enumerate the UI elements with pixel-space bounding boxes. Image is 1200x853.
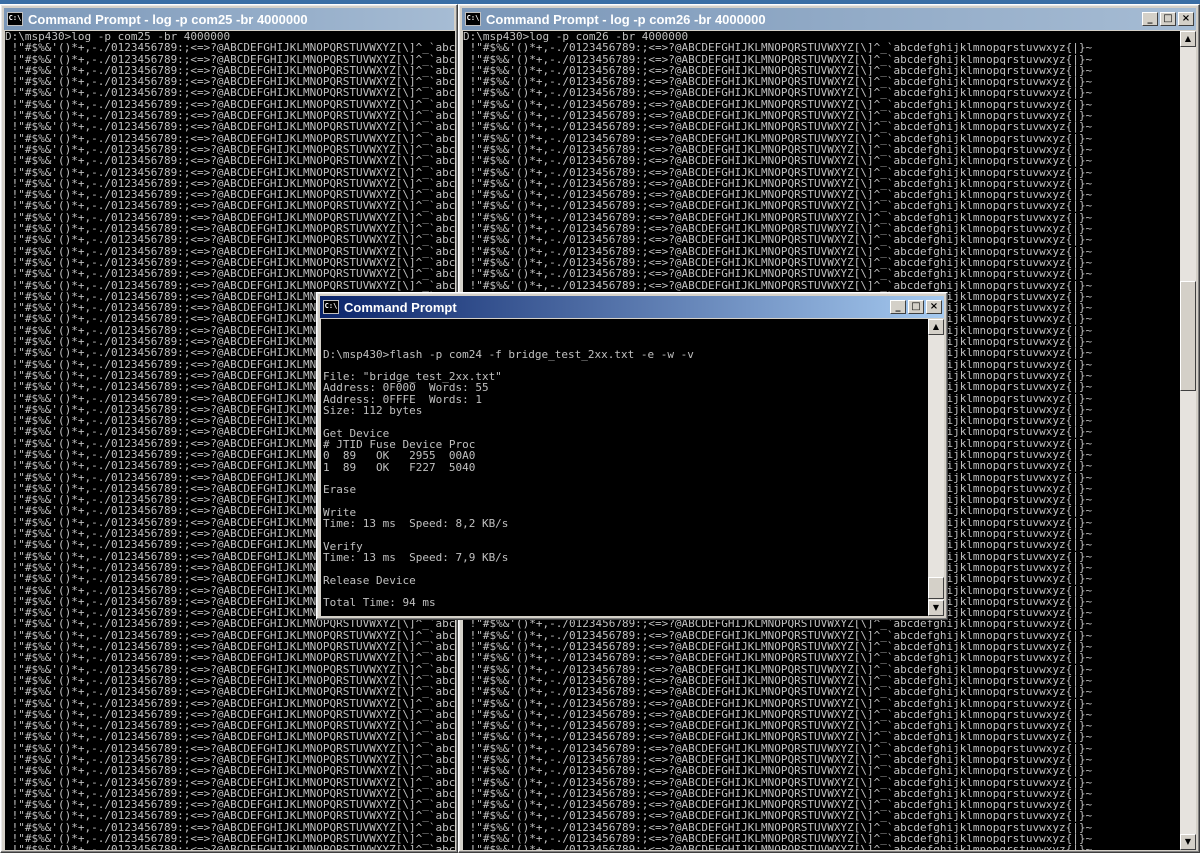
console-output-line: !"#$%&'()*+,-./0123456789:;<=>?@ABCDEFGH… xyxy=(11,267,455,281)
console-app-icon: C:\ xyxy=(7,12,23,26)
console-output-line: 1 89 OK F227 5040 xyxy=(323,460,476,474)
console-output-line: Erase xyxy=(323,483,357,497)
flash-console-window[interactable]: C:\ Command Prompt _ □ × D:\msp430>flash… xyxy=(316,292,948,620)
right-title-bar[interactable]: C:\ Command Prompt - log -p com26 -br 40… xyxy=(462,8,1196,30)
console-output-line: !"#$%&'()*+,-./0123456789:;<=>?@ABCDEFGH… xyxy=(463,730,1093,744)
scroll-down-arrow-icon[interactable]: ▼ xyxy=(928,600,944,616)
minimize-button[interactable]: _ xyxy=(1142,12,1158,26)
console-output-line: Time: 13 ms Speed: 7,9 KB/s xyxy=(323,550,509,564)
console-output-line: 0 89 OK 2955 00A0 xyxy=(323,449,476,463)
console-output-line: !"#$%&'()*+,-./0123456789:;<=>?@ABCDEFGH… xyxy=(11,730,455,744)
console-output-line: Time: 13 ms Speed: 8,2 KB/s xyxy=(323,517,509,531)
console-output-line: !"#$%&'()*+,-./0123456789:;<=>?@ABCDEFGH… xyxy=(11,41,455,55)
console-output-line: !"#$%&'()*+,-./0123456789:;<=>?@ABCDEFGH… xyxy=(463,764,1093,778)
scroll-up-arrow-icon[interactable]: ▲ xyxy=(928,319,944,335)
maximize-button[interactable]: □ xyxy=(908,300,924,314)
console-output-line: !"#$%&'()*+,-./0123456789:;<=>?@ABCDEFGH… xyxy=(463,120,1093,134)
console-output-line: !"#$%&'()*+,-./0123456789:;<=>?@ABCDEFGH… xyxy=(11,685,455,699)
console-output-line: D:\msp430>flash -p com24 -f bridge_test_… xyxy=(323,347,694,361)
console-output-line: !"#$%&'()*+,-./0123456789:;<=>?@ABCDEFGH… xyxy=(463,233,1093,247)
console-output-line: !"#$%&'()*+,-./0123456789:;<=>?@ABCDEFGH… xyxy=(11,651,455,665)
right-vertical-scrollbar[interactable]: ▲ ▼ xyxy=(1180,31,1196,850)
scroll-thumb[interactable] xyxy=(1180,281,1196,391)
console-output-line: !"#$%&'()*+,-./0123456789:;<=>?@ABCDEFGH… xyxy=(11,233,455,247)
right-window-title: Command Prompt - log -p com26 -br 400000… xyxy=(486,11,766,27)
flash-console-output[interactable]: D:\msp430>flash -p com24 -f bridge_test_… xyxy=(321,319,928,616)
console-output-line: !"#$%&'()*+,-./0123456789:;<=>?@ABCDEFGH… xyxy=(11,154,455,168)
console-output-line: !"#$%&'()*+,-./0123456789:;<=>?@ABCDEFGH… xyxy=(11,764,455,778)
flash-vertical-scrollbar[interactable]: ▲ ▼ xyxy=(928,319,944,616)
scroll-up-arrow-icon[interactable]: ▲ xyxy=(1180,31,1196,47)
console-output-line: !"#$%&'()*+,-./0123456789:;<=>?@ABCDEFGH… xyxy=(463,267,1093,281)
console-output-line: !"#$%&'()*+,-./0123456789:;<=>?@ABCDEFGH… xyxy=(11,120,455,134)
close-button[interactable]: × xyxy=(1178,12,1194,26)
scroll-down-arrow-icon[interactable]: ▼ xyxy=(1180,834,1196,850)
left-window-title: Command Prompt - log -p com25 -br 400000… xyxy=(28,11,308,27)
console-output-line: Size: 112 bytes xyxy=(323,404,423,418)
console-output-line: Release Device xyxy=(323,573,416,587)
maximize-button[interactable]: □ xyxy=(1160,12,1176,26)
close-button[interactable]: × xyxy=(926,300,942,314)
console-output-line: !"#$%&'()*+,-./0123456789:;<=>?@ABCDEFGH… xyxy=(463,154,1093,168)
console-output-line: !"#$%&'()*+,-./0123456789:;<=>?@ABCDEFGH… xyxy=(463,651,1093,665)
left-title-bar[interactable]: C:\ Command Prompt - log -p com25 -br 40… xyxy=(4,8,454,30)
console-output-line: Total Time: 94 ms xyxy=(323,596,436,610)
scroll-thumb[interactable] xyxy=(928,577,944,599)
minimize-button[interactable]: _ xyxy=(890,300,906,314)
console-output-line: !"#$%&'()*+,-./0123456789:;<=>?@ABCDEFGH… xyxy=(463,843,1093,850)
console-output-line: !"#$%&'()*+,-./0123456789:;<=>?@ABCDEFGH… xyxy=(463,41,1093,55)
console-app-icon: C:\ xyxy=(465,12,481,26)
flash-window-title: Command Prompt xyxy=(344,299,457,315)
console-app-icon: C:\ xyxy=(323,300,339,314)
flash-title-bar[interactable]: C:\ Command Prompt _ □ × xyxy=(320,296,944,318)
console-output-line: !"#$%&'()*+,-./0123456789:;<=>?@ABCDEFGH… xyxy=(11,843,455,850)
console-output-line: !"#$%&'()*+,-./0123456789:;<=>?@ABCDEFGH… xyxy=(463,685,1093,699)
